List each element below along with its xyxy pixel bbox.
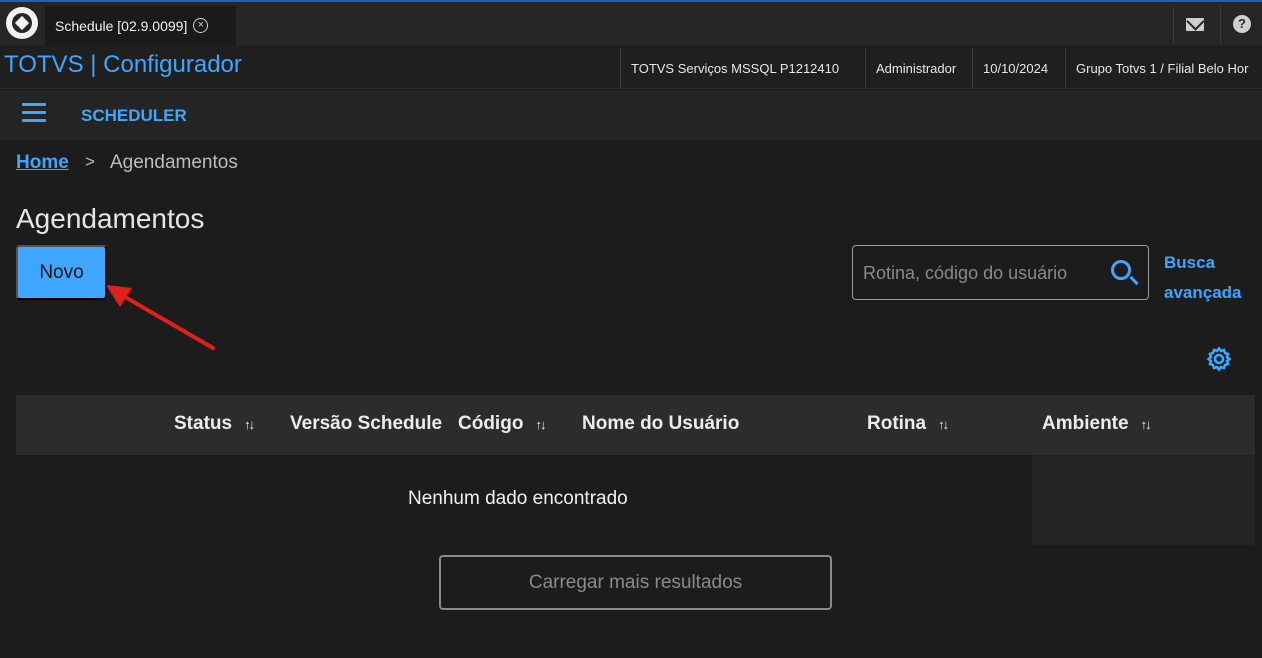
page-title: Agendamentos [16,203,205,234]
gear-icon[interactable] [1206,346,1232,372]
column-header-label: Status [174,413,233,434]
column-header-nome-usuario: Nome do Usuário [582,413,739,435]
column-header-label: Rotina [867,413,927,434]
sort-icon[interactable]: ↑↓ [244,417,255,432]
sort-icon[interactable]: ↑↓ [938,417,949,432]
app-header: TOTVS | Configurador TOTVS Serviços MSSQ… [0,45,1262,89]
advanced-search-label-2: avançada [1164,283,1242,302]
table-header: Status ↑↓ Versão Schedule Código ↑↓ Nome d… [16,395,1255,455]
tab-bar: Schedule [02.9.0099] × ? [0,0,1262,45]
sort-icon[interactable]: ↑↓ [1141,417,1152,432]
column-header-label: Versão Schedule [290,413,443,434]
hamburger-menu-icon[interactable] [22,103,46,123]
new-button[interactable]: Novo [16,245,107,300]
date-info: 10/10/2024 [972,48,1065,88]
help-icon[interactable]: ? [1233,15,1251,33]
column-header-status[interactable]: Status ↑↓ [174,413,255,435]
close-icon[interactable]: × [193,18,209,33]
column-header-versao-schedule: Versão Schedule [290,413,442,435]
advanced-search-link[interactable]: Busca avançada [1164,248,1254,308]
search-icon[interactable] [1111,260,1131,280]
table-side-panel [1032,455,1255,545]
tab-schedule[interactable]: Schedule [02.9.0099] × [45,6,236,45]
annotation-arrow-icon [106,285,215,350]
environment-info: TOTVS Serviços MSSQL P1212410 [620,48,865,88]
tab-label: Schedule [02.9.0099] [55,17,188,34]
column-header-label: Nome do Usuário [582,413,740,434]
totvs-logo-icon [6,7,38,39]
column-header-label: Ambiente [1042,413,1129,434]
divider [1220,6,1221,44]
branch-info: Grupo Totvs 1 / Filial Belo Hor [1065,48,1262,88]
column-header-ambiente[interactable]: Ambiente ↑↓ [1042,413,1152,435]
empty-message: Nenhum dado encontrado [408,488,628,509]
advanced-search-label-1: Busca [1164,253,1216,272]
breadcrumb-current: Agendamentos [110,152,238,173]
column-header-codigo[interactable]: Código ↑↓ [458,413,546,435]
breadcrumb-home-link[interactable]: Home [16,152,69,174]
app-title: TOTVS | Configurador [4,51,242,78]
sort-icon[interactable]: ↑↓ [535,417,546,432]
mail-icon[interactable] [1186,18,1204,31]
search-input[interactable] [863,260,1103,286]
divider [1173,6,1174,44]
menu-title: SCHEDULER [81,106,187,125]
column-header-label: Código [458,413,524,434]
menu-bar: SCHEDULER [0,90,1262,140]
load-more-button[interactable]: Carregar mais resultados [439,555,832,610]
chevron-right-icon: > [85,152,95,171]
user-info: Administrador [865,48,972,88]
search-box [852,245,1149,300]
column-header-rotina[interactable]: Rotina ↑↓ [867,413,949,435]
